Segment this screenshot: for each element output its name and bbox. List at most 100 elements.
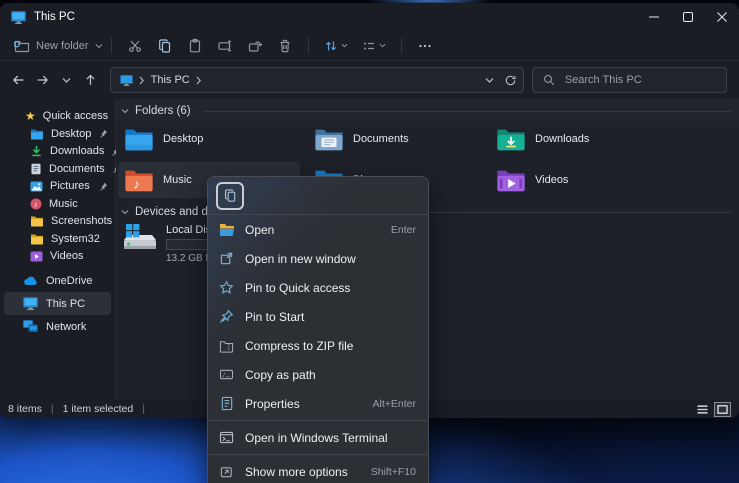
- thumbnail-view-button[interactable]: [714, 402, 731, 417]
- context-menu-item-open-new-window[interactable]: Open in new window: [208, 244, 428, 273]
- search-box[interactable]: [532, 67, 727, 93]
- more-options-button[interactable]: [410, 33, 440, 59]
- pin-icon: [99, 182, 108, 191]
- sidebar-item-videos[interactable]: Videos: [0, 248, 115, 266]
- folder-tile-downloads[interactable]: Downloads: [490, 121, 672, 157]
- music-folder-icon: ♪: [124, 168, 154, 193]
- navigation-pane: ★ Quick access Desktop Downloads Documen…: [0, 99, 116, 400]
- back-button[interactable]: [8, 69, 30, 91]
- chevron-down-icon: [341, 43, 348, 48]
- context-menu-item-pin-start[interactable]: Pin to Start: [208, 302, 428, 331]
- command-toolbar: New folder: [0, 31, 739, 61]
- drive-free-space: 13.2 GB free: [166, 253, 212, 264]
- copy-button[interactable]: [150, 33, 180, 59]
- svg-text:♪: ♪: [34, 200, 38, 209]
- search-input[interactable]: [563, 73, 707, 87]
- copy-icon: [223, 188, 238, 203]
- sidebar-item-music[interactable]: ♪ Music: [0, 195, 115, 213]
- folder-tile-videos[interactable]: Videos: [490, 162, 672, 198]
- address-row: This PC: [0, 61, 739, 99]
- videos-folder-icon: [496, 168, 526, 193]
- local-disk-icon: [122, 223, 158, 264]
- context-menu-item-copy-as-path[interactable]: Copy as path: [208, 360, 428, 389]
- pin-icon: [99, 129, 108, 138]
- items-count: 8 items: [8, 403, 42, 415]
- context-menu-quick-actions: [208, 177, 428, 215]
- show-more-icon: [218, 465, 235, 479]
- new-folder-button[interactable]: New folder: [14, 38, 103, 54]
- context-menu-item-compress-zip[interactable]: Compress to ZIP file: [208, 331, 428, 360]
- breadcrumb-this-pc[interactable]: This PC: [151, 74, 190, 86]
- folder-icon: [30, 233, 44, 245]
- music-icon: ♪: [30, 198, 42, 210]
- sidebar-item-network[interactable]: Network: [0, 315, 115, 338]
- context-menu-item-open-windows-terminal[interactable]: Open in Windows Terminal: [208, 423, 428, 452]
- documents-folder-icon: [314, 127, 344, 152]
- desktop-folder-icon: [30, 128, 44, 140]
- forward-button[interactable]: [32, 69, 54, 91]
- chevron-down-icon: [121, 108, 129, 114]
- address-bar[interactable]: This PC: [110, 67, 524, 93]
- minimize-button[interactable]: [637, 3, 671, 31]
- toolbar-divider: [308, 38, 309, 54]
- sidebar-item-quick-access[interactable]: ★ Quick access: [0, 107, 115, 125]
- sidebar-item-documents[interactable]: Documents: [0, 160, 115, 178]
- this-pc-window-icon: [11, 11, 26, 24]
- sidebar-item-pictures[interactable]: Pictures: [0, 178, 115, 196]
- properties-icon: [218, 396, 235, 411]
- selection-count: 1 item selected: [63, 403, 134, 415]
- pin-icon: [218, 309, 235, 324]
- title-bar[interactable]: This PC: [0, 3, 739, 31]
- sidebar-item-this-pc[interactable]: This PC: [4, 292, 111, 315]
- sidebar-item-downloads[interactable]: Downloads: [0, 143, 115, 161]
- recent-locations-chevron[interactable]: [56, 69, 78, 91]
- rename-button[interactable]: [210, 33, 240, 59]
- share-button[interactable]: [240, 33, 270, 59]
- sidebar-item-screenshots[interactable]: Screenshots: [0, 213, 115, 231]
- cut-button[interactable]: [120, 33, 150, 59]
- context-menu: Open Enter Open in new window Pin to Qui…: [207, 176, 429, 483]
- toolbar-divider: [401, 38, 402, 54]
- chevron-right-icon: [139, 76, 145, 85]
- address-dropdown-chevron[interactable]: [485, 77, 494, 84]
- downloads-icon: [30, 145, 43, 157]
- details-view-button[interactable]: [694, 402, 711, 417]
- up-button[interactable]: [80, 69, 102, 91]
- sidebar-item-system32[interactable]: System32: [0, 230, 115, 248]
- new-folder-label: New folder: [36, 40, 89, 52]
- folder-tile-documents[interactable]: Documents: [308, 121, 490, 157]
- new-folder-icon: [14, 38, 30, 54]
- sort-button[interactable]: [317, 33, 355, 59]
- desktop-folder-icon: [124, 127, 154, 152]
- folders-section-header[interactable]: Folders (6): [121, 105, 731, 117]
- maximize-button[interactable]: [671, 3, 705, 31]
- context-menu-item-show-more-options[interactable]: Show more options Shift+F10: [208, 457, 428, 483]
- chevron-down-icon: [379, 43, 386, 48]
- terminal-icon: [218, 431, 235, 444]
- downloads-folder-icon: [496, 127, 526, 152]
- context-menu-item-properties[interactable]: Properties Alt+Enter: [208, 389, 428, 418]
- search-icon: [543, 74, 555, 86]
- context-menu-item-open[interactable]: Open Enter: [208, 215, 428, 244]
- menu-divider: [209, 420, 427, 421]
- folder-tile-desktop[interactable]: Desktop: [118, 121, 300, 157]
- onedrive-cloud-icon: [23, 276, 38, 286]
- view-button[interactable]: [355, 33, 393, 59]
- videos-icon: [30, 251, 43, 262]
- network-icon: [23, 320, 38, 333]
- this-pc-crumb-icon: [120, 75, 133, 86]
- zip-folder-icon: [218, 339, 235, 353]
- paste-button[interactable]: [180, 33, 210, 59]
- copy-button[interactable]: [216, 182, 244, 210]
- chevron-down-icon: [121, 209, 129, 215]
- context-menu-item-pin-quick-access[interactable]: Pin to Quick access: [208, 273, 428, 302]
- sidebar-item-onedrive[interactable]: OneDrive: [0, 269, 115, 292]
- menu-divider: [209, 454, 427, 455]
- sidebar-item-desktop[interactable]: Desktop: [0, 125, 115, 143]
- refresh-icon[interactable]: [504, 74, 517, 87]
- delete-button[interactable]: [270, 33, 300, 59]
- toolbar-divider: [111, 38, 112, 54]
- close-button[interactable]: [705, 3, 739, 31]
- open-folder-icon: [218, 223, 235, 237]
- this-pc-icon: [23, 297, 38, 310]
